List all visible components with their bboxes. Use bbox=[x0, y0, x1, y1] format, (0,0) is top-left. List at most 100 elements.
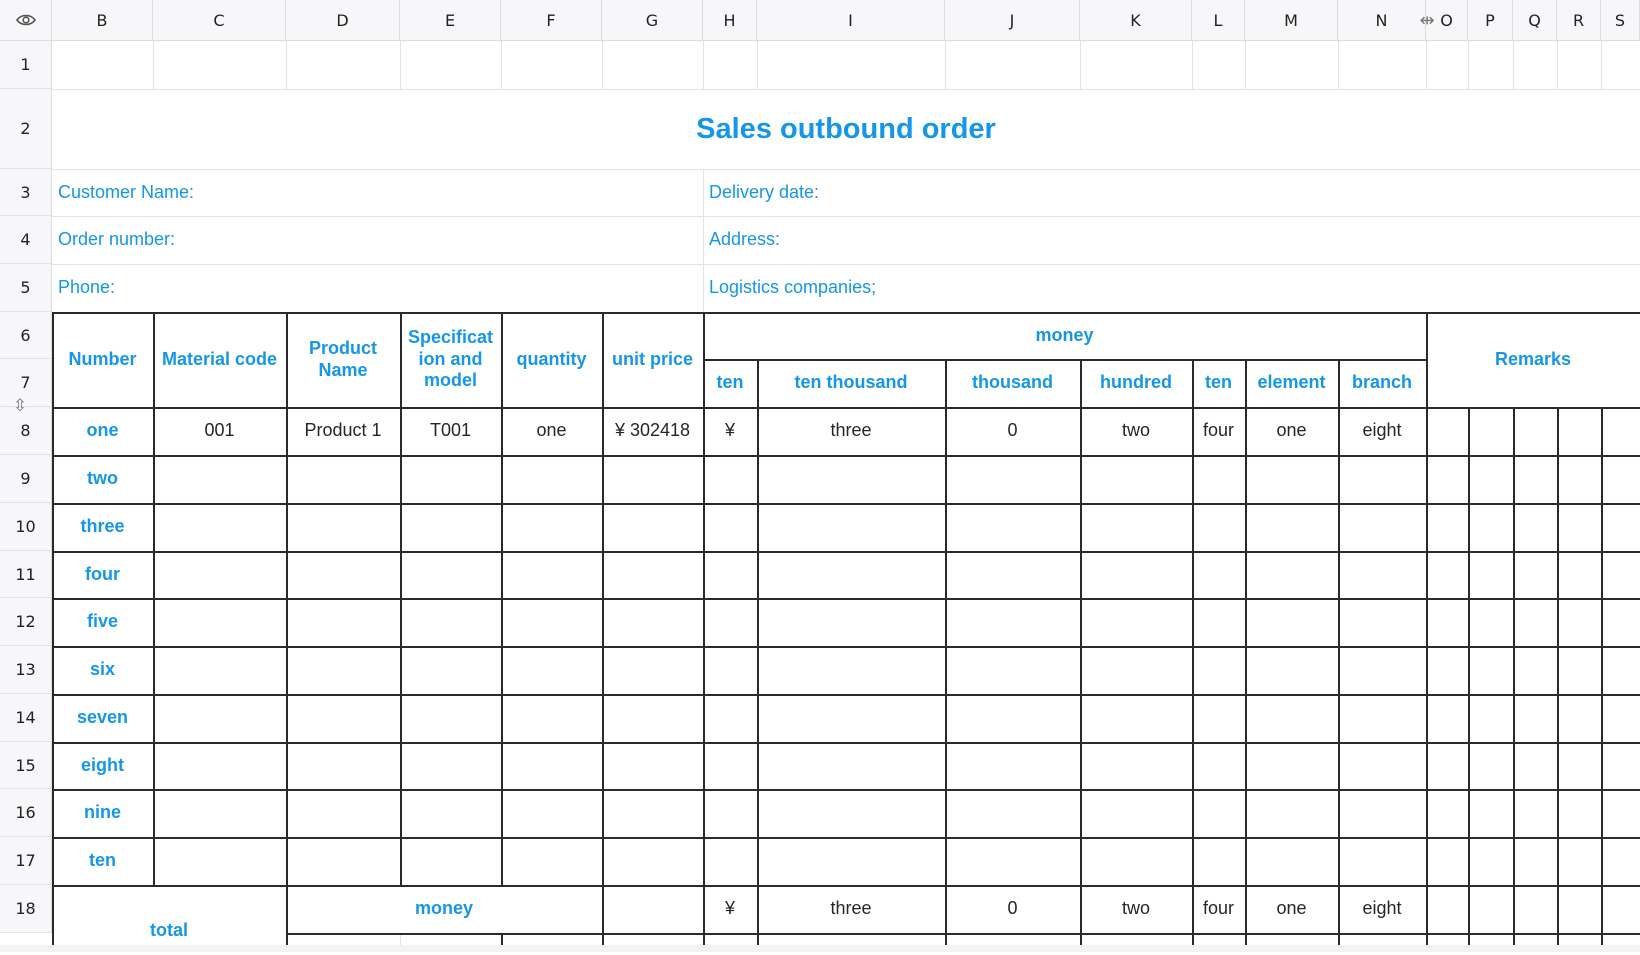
border-v bbox=[153, 312, 155, 885]
customer-name-label[interactable]: Customer Name: bbox=[52, 169, 672, 216]
row-resize-icon[interactable]: ⇳ bbox=[8, 394, 32, 418]
row-header-5[interactable]: 5 bbox=[0, 264, 52, 312]
row-header-15[interactable]: 15 bbox=[0, 742, 52, 789]
money-digit-cell[interactable]: 0 bbox=[945, 407, 1080, 455]
column-header-n[interactable]: N bbox=[1338, 0, 1426, 41]
column-header-i[interactable]: I bbox=[757, 0, 945, 41]
column-header-b[interactable]: B bbox=[52, 0, 153, 41]
header-number: Number bbox=[68, 348, 137, 369]
gridline-v bbox=[1192, 41, 1193, 89]
gridline-v bbox=[757, 41, 758, 89]
sheet-corner[interactable] bbox=[0, 0, 52, 41]
column-header-h[interactable]: H bbox=[703, 0, 757, 41]
total-money-digit[interactable]: ¥ bbox=[703, 885, 757, 933]
total-mid-line bbox=[286, 933, 1640, 935]
row-number-label: two bbox=[87, 468, 118, 489]
column-resize-icon[interactable]: ⇹ bbox=[1414, 8, 1440, 32]
total-money-digit[interactable]: two bbox=[1080, 885, 1192, 933]
column-header-d[interactable]: D bbox=[286, 0, 400, 41]
column-header-l[interactable]: L bbox=[1192, 0, 1245, 41]
total-money-digit[interactable]: 0 bbox=[945, 885, 1080, 933]
money-col-header: thousand bbox=[972, 372, 1053, 393]
header-remarks: Remarks bbox=[1494, 348, 1572, 369]
quantity-cell[interactable]: one bbox=[501, 407, 602, 455]
row-header-17[interactable]: 17 bbox=[0, 837, 52, 885]
row-header-2[interactable]: 2 bbox=[0, 89, 52, 169]
border-v bbox=[1192, 359, 1194, 945]
column-header-p[interactable]: P bbox=[1468, 0, 1513, 41]
row-header-10[interactable]: 10 bbox=[0, 503, 52, 551]
column-header-m[interactable]: M bbox=[1245, 0, 1338, 41]
row-border bbox=[52, 598, 1640, 600]
product-name-cell[interactable]: Product 1 bbox=[286, 407, 400, 455]
row-number-label: four bbox=[85, 563, 120, 584]
row-border bbox=[52, 694, 1640, 696]
row-number-label: nine bbox=[83, 802, 121, 823]
gridline-v bbox=[286, 41, 287, 89]
column-header-c[interactable]: C bbox=[153, 0, 286, 41]
column-header-r[interactable]: R bbox=[1557, 0, 1601, 41]
row-header-11[interactable]: 11 bbox=[0, 551, 52, 598]
border-v bbox=[501, 312, 503, 885]
border-v bbox=[1601, 407, 1603, 945]
money-digit-cell[interactable]: one bbox=[1245, 407, 1338, 455]
gridline-v bbox=[1338, 41, 1339, 89]
row-number-label: ten bbox=[89, 850, 116, 871]
border-v bbox=[1513, 407, 1515, 945]
column-header-e[interactable]: E bbox=[400, 0, 501, 41]
row-header-12[interactable]: 12 bbox=[0, 598, 52, 646]
row-border bbox=[52, 455, 1640, 457]
material-code-cell[interactable]: 001 bbox=[153, 407, 286, 455]
logistics-label[interactable]: Logistics companies; bbox=[703, 264, 1323, 312]
border-v bbox=[602, 885, 604, 945]
table-border-top bbox=[52, 312, 1640, 314]
row-header-18[interactable]: 18 bbox=[0, 885, 52, 933]
money-digit-cell[interactable]: ¥ bbox=[703, 407, 757, 455]
column-header-f[interactable]: F bbox=[501, 0, 602, 41]
column-header-s[interactable]: S bbox=[1601, 0, 1640, 41]
row-number-label: seven bbox=[76, 707, 129, 728]
money-col-header: ten bbox=[1205, 372, 1232, 393]
money-digit-cell[interactable]: four bbox=[1192, 407, 1245, 455]
header-spec: Specificat ion and model bbox=[407, 327, 494, 391]
total-money-digit[interactable]: three bbox=[757, 885, 945, 933]
column-header-q[interactable]: Q bbox=[1513, 0, 1557, 41]
address-label[interactable]: Address: bbox=[703, 216, 1323, 264]
column-header-g[interactable]: G bbox=[602, 0, 703, 41]
gridline-v bbox=[1557, 41, 1558, 89]
row-header-9[interactable]: 9 bbox=[0, 455, 52, 503]
money-digit-cell[interactable]: two bbox=[1080, 407, 1192, 455]
total-money-digit[interactable]: one bbox=[1245, 885, 1338, 933]
row-border bbox=[52, 646, 1640, 648]
eye-icon[interactable] bbox=[15, 13, 36, 27]
row-header-1[interactable]: 1 bbox=[0, 41, 52, 89]
row-header-3[interactable]: 3 bbox=[0, 169, 52, 216]
delivery-date-label[interactable]: Delivery date: bbox=[703, 169, 1323, 216]
border-v bbox=[757, 359, 759, 945]
header-material-code: Material code bbox=[161, 348, 278, 369]
spec-cell[interactable]: T001 bbox=[400, 407, 501, 455]
gridline-v bbox=[400, 41, 401, 89]
row-border bbox=[52, 885, 1640, 887]
unit-price-cell[interactable]: ¥ 302418 bbox=[602, 407, 703, 455]
row-header-6[interactable]: 6 bbox=[0, 312, 52, 359]
row-header-16[interactable]: 16 bbox=[0, 789, 52, 837]
row-header-4[interactable]: 4 bbox=[0, 216, 52, 264]
gridline-v bbox=[1426, 41, 1427, 89]
order-number-label[interactable]: Order number: bbox=[52, 216, 672, 264]
border-v bbox=[501, 933, 503, 945]
money-digit-cell[interactable]: three bbox=[757, 407, 945, 455]
gridline-v bbox=[1245, 41, 1246, 89]
border-v bbox=[1080, 359, 1082, 945]
row-header-13[interactable]: 13 bbox=[0, 646, 52, 694]
total-money-digit[interactable]: four bbox=[1192, 885, 1245, 933]
phone-label[interactable]: Phone: bbox=[52, 264, 672, 312]
gridline-v bbox=[1601, 41, 1602, 89]
column-header-k[interactable]: K bbox=[1080, 0, 1192, 41]
border-v bbox=[1338, 359, 1340, 945]
row-header-14[interactable]: 14 bbox=[0, 694, 52, 742]
money-digit-cell[interactable]: eight bbox=[1338, 407, 1426, 455]
header-product-name: Product Name bbox=[308, 337, 377, 380]
column-header-j[interactable]: J bbox=[945, 0, 1080, 41]
total-money-digit[interactable]: eight bbox=[1338, 885, 1426, 933]
